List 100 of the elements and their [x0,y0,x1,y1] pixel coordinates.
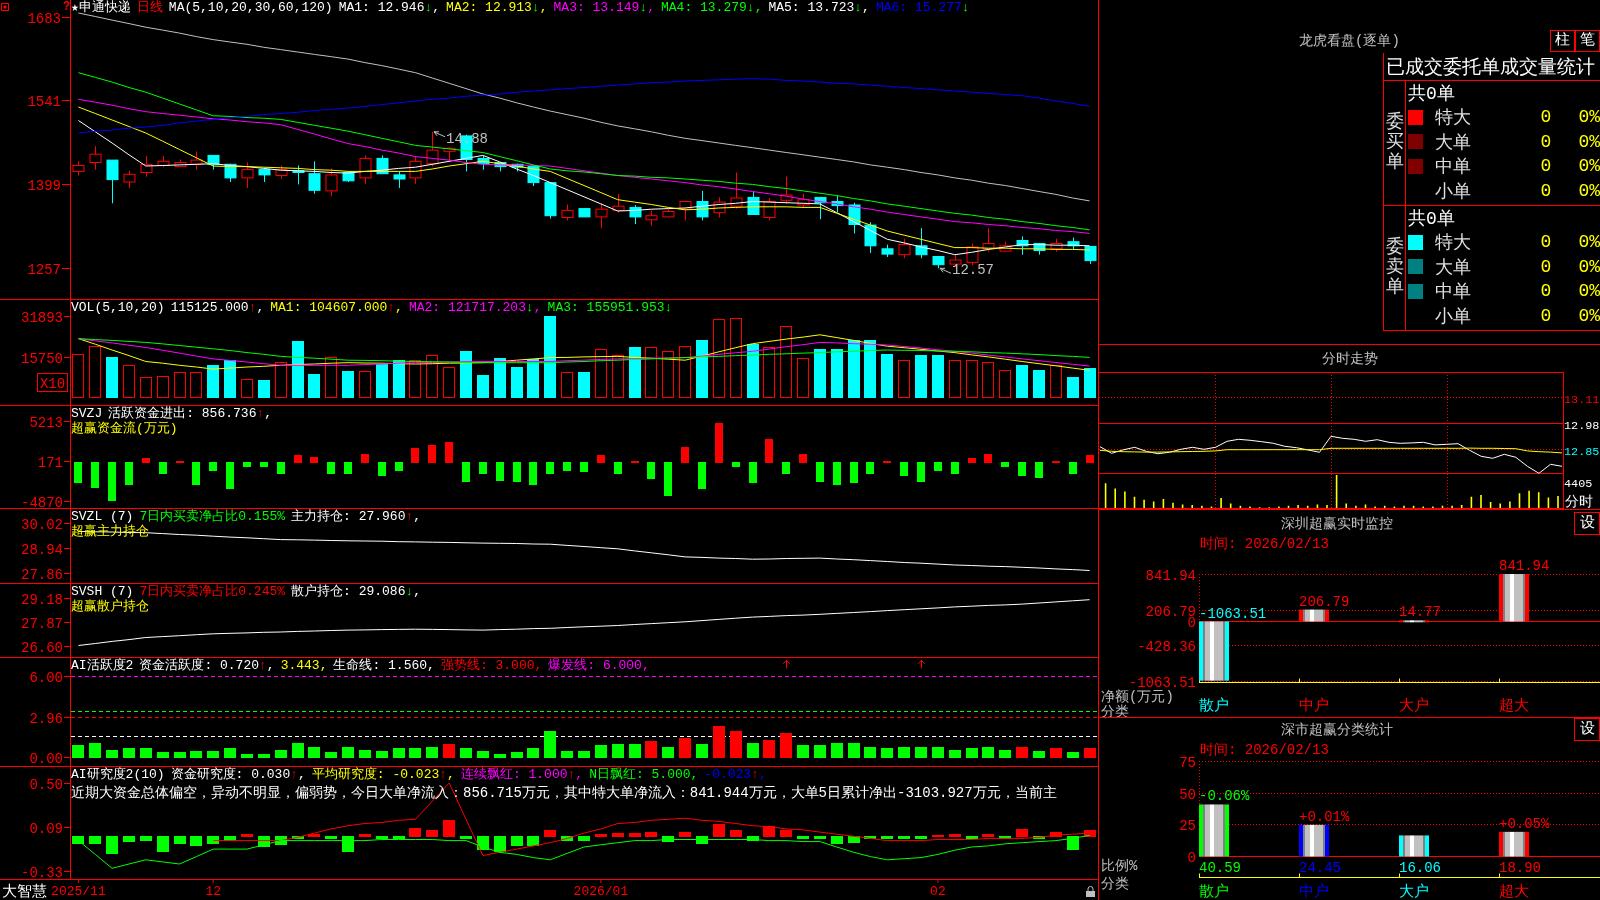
indicator-value: 115125.000↑, [170,300,265,315]
indicator-value: 活跃资金进出: 856.736↑, [108,406,273,421]
axis-label: 15750 [21,350,63,367]
indicator-name: AI活跃度2 [71,658,134,673]
indicator-value: 强势线: 3.000, [440,658,543,673]
category-label: 中户 [1299,698,1329,715]
axis-label: 50 [1179,786,1196,803]
indicator-name: SVZL (7) [71,509,134,524]
date-label: 时间: 2026/02/13 [1200,537,1329,551]
order-count: 0 [1540,256,1552,277]
value-label: 16.06 [1399,860,1441,876]
order-share: 0% [1578,281,1600,302]
indicator-name: AI研究度2(10) [71,767,165,782]
order-size-label: 特大 [1435,107,1472,130]
order-count: 0 [1540,131,1552,152]
axis-label: -0.33 [21,864,63,881]
order-total: 共0单 [1408,83,1455,105]
indicator-value: 7日内买卖净占比0.155% [139,509,286,524]
indicator-name: SVZJ [71,406,103,421]
axis-label: 25 [1179,817,1196,834]
order-count: 0 [1540,305,1552,326]
period-label: 分时 [1565,494,1593,510]
max-volume-label: 4405 [1564,477,1593,491]
indicator-value: N日飘红: 5.000, [589,767,699,782]
order-count: 0 [1540,232,1552,253]
price-annotation: 12.57 [939,262,994,279]
value-label: -1063.51 [1199,605,1267,622]
indicator-value: MA6: 15.277↓ [875,0,970,15]
date-label: 时间: 2026/02/13 [1200,743,1329,757]
axis-label: 27.86 [21,566,63,583]
indicator-value: 3.443, [280,658,328,673]
axis-label: 2.96 [29,710,63,727]
axis-label: 0.00 [29,750,63,767]
order-share: 0% [1578,156,1600,177]
indicator-value: 生命线: 1.560, [333,658,435,673]
value-label: 206.79 [1299,593,1350,610]
indicator-value: MA2: 12.913↓, [446,0,548,15]
group-label: 委买单 [1385,113,1404,173]
order-share: 0% [1578,107,1600,128]
panel-title: 分时走势 [1321,349,1378,368]
order-share: 0% [1578,232,1600,253]
app-name: 大智慧 [2,884,47,900]
indicator-value: 连续飘红: 1.000↑, [460,767,584,782]
indicator-value: MA2: 121717.203↓, [408,300,542,315]
axis-title: 净额(万元) [1101,689,1174,705]
order-size-label: 小单 [1435,180,1472,203]
order-count: 0 [1540,156,1552,177]
indicator-value: MA1: 12.946↓, [338,0,441,15]
order-total: 共0单 [1408,208,1455,230]
stock-name: ★申通快递 [71,0,131,15]
order-share: 0% [1578,256,1600,277]
category-label: 超大 [1499,698,1529,715]
order-share: 0% [1578,131,1600,152]
category-label: 中户 [1299,884,1329,900]
axis-label: -4870 [21,494,63,511]
date-label: 2025/11 [51,884,106,899]
axis-label: -428.36 [1137,638,1196,655]
panel-title: 深圳超赢实时监控 [1280,515,1393,533]
indicator-value: 平均研究度: -0.023↑, [311,767,455,782]
change-label: +0.01% [1299,808,1350,825]
axis-title: 分类 [1101,876,1129,892]
date-label: 02 [930,884,946,899]
order-count: 0 [1540,281,1552,302]
axis-label: 841.94 [1145,567,1196,584]
axis-label: 12.85 [1564,444,1600,459]
indicator-value: 散户持仓: 29.086↓, [291,584,422,599]
group-label: 委卖单 [1385,238,1404,298]
axis-title: 比例% [1101,858,1138,874]
order-count: 0 [1540,107,1552,128]
axis-label: 13.11 [1564,392,1600,407]
order-share: 0% [1578,305,1600,326]
axis-label: 28.94 [21,541,63,558]
axis-label: 1541 [27,93,61,110]
indicator-value: MA3: 13.149↓, [553,0,655,15]
axis-label: 171 [37,454,63,471]
indicator-value: 7日内买卖净占比0.245% [139,584,286,599]
panel-title: 深市超赢分类统计 [1280,721,1393,739]
axis-label: 30.02 [21,516,63,533]
axis-label: 75 [1179,754,1196,771]
indicator-caption: 超赢资金流(万元) [71,421,178,436]
category-label: 散户 [1199,884,1229,900]
panel-title: 龙虎看盘(逐单) [1299,32,1400,50]
indicator-params: MA(5,10,20,30,60,120) [168,0,333,15]
category-label: 散户 [1199,698,1229,715]
value-label: 24.45 [1299,860,1341,876]
order-share: 0% [1578,180,1600,201]
axis-label: 31893 [21,309,63,326]
value-label: 18.90 [1499,860,1541,876]
indicator-value: 爆发线: 6.000, [548,658,650,673]
value-label: 40.59 [1199,860,1241,876]
indicator-value: MA5: 13.723↓, [768,0,870,15]
order-size-label: 大单 [1435,256,1472,279]
indicator-value: MA4: 13.279↓, [661,0,763,15]
category-label: 超大 [1499,884,1529,900]
order-size-label: 中单 [1435,156,1472,179]
category-label: 大户 [1399,698,1429,715]
indicator-caption: 超赢散户持仓 [71,599,149,614]
order-size-label: 小单 [1435,305,1472,328]
order-count: 0 [1540,180,1552,201]
indicator-value: 资金活跃度: 0.720↑, [139,658,275,673]
